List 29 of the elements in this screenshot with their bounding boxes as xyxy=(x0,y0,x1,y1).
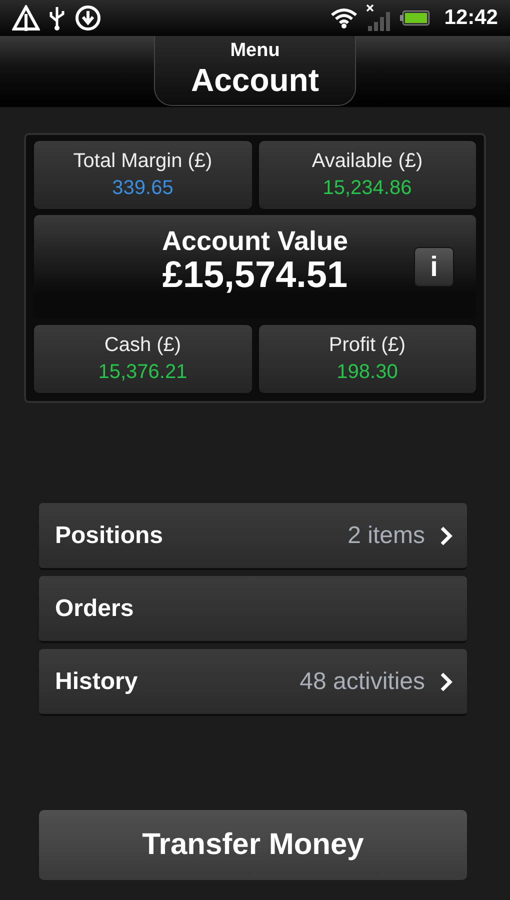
stat-value: 15,376.21 xyxy=(98,361,188,384)
stat-label: Profit (£) xyxy=(328,334,406,357)
stat-value: 339.65 xyxy=(112,177,174,200)
stat-label: Cash (£) xyxy=(104,334,182,357)
stat-value: 198.30 xyxy=(336,361,398,384)
signal-icon xyxy=(366,4,392,32)
page-title: Account xyxy=(191,62,319,98)
menu-item[interactable]: Orders xyxy=(39,576,467,643)
account-value-label: Account Value xyxy=(162,226,348,256)
usb-icon xyxy=(48,5,66,31)
account-value-amount: £15,574.51 xyxy=(162,256,348,294)
menu-item-label: History xyxy=(55,668,139,696)
header-subtitle: Menu xyxy=(230,40,280,62)
warning-icon xyxy=(12,5,40,31)
stat-value: 15,234.86 xyxy=(322,177,412,200)
stat-label: Available (£) xyxy=(312,150,423,173)
battery-icon xyxy=(400,10,430,26)
transfer-money-button[interactable]: Transfer Money xyxy=(39,810,467,880)
info-button[interactable]: i xyxy=(414,247,454,287)
menu-item[interactable]: History 48 activities xyxy=(39,649,467,716)
clock-time: 12:42 xyxy=(444,6,498,30)
download-icon xyxy=(74,4,102,32)
menu-item-detail: 48 activities xyxy=(300,668,425,696)
menu-item-label: Positions xyxy=(55,522,164,550)
menu-item-label: Orders xyxy=(55,594,135,622)
menu-item-detail: 2 items xyxy=(348,522,425,550)
wifi-icon xyxy=(330,7,358,29)
stat-label: Total Margin (£) xyxy=(73,150,212,173)
menu-item[interactable]: Positions 2 items xyxy=(39,503,467,570)
